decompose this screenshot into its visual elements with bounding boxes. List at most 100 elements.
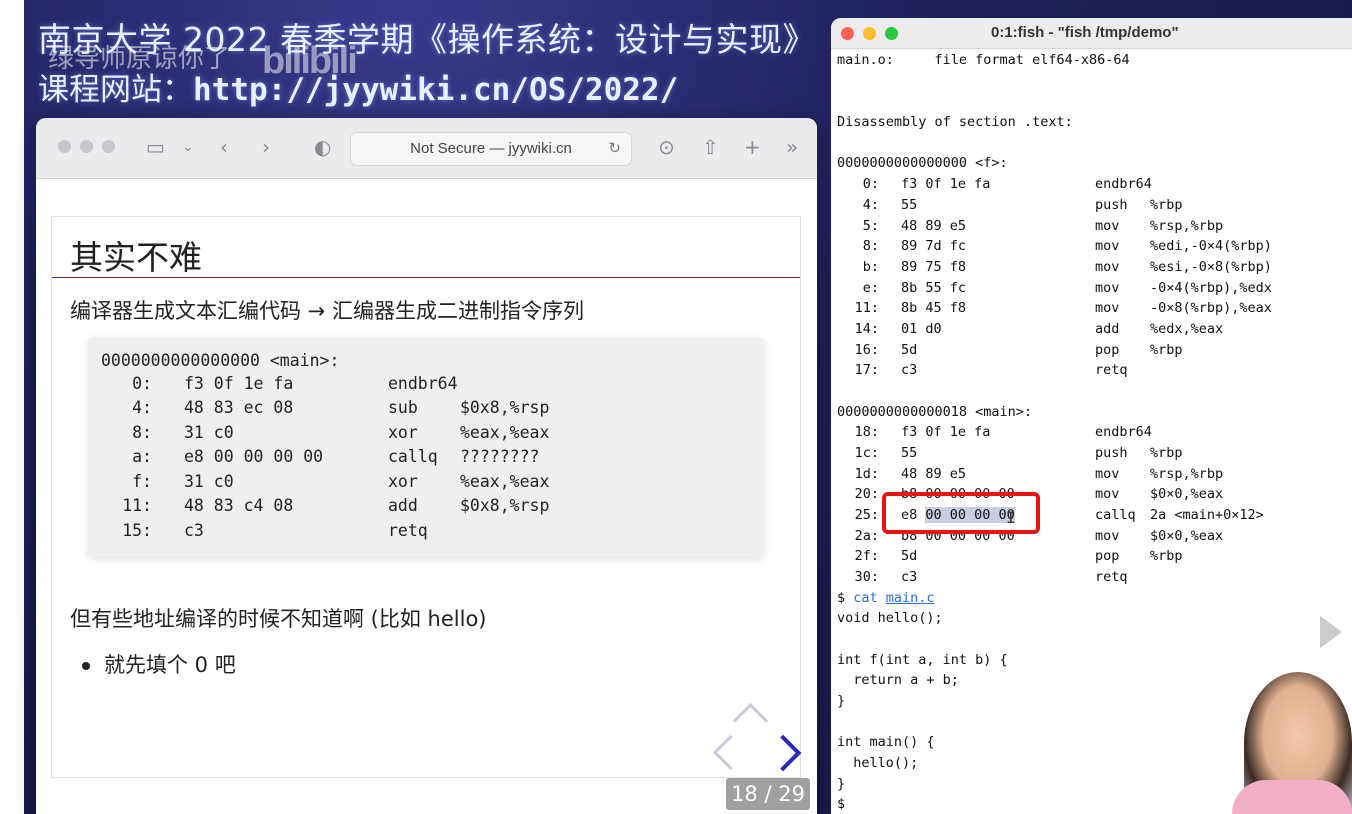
left-edge-strip [0, 0, 24, 814]
nav-next-icon[interactable] [764, 734, 802, 772]
source-line: } [837, 776, 846, 792]
code-op: endbr64 [388, 374, 458, 393]
t-bytes: 01 d0 [901, 321, 942, 337]
t-op: mov [1095, 280, 1120, 296]
t-addr: 5: [862, 218, 879, 234]
code-arg: ???????? [460, 447, 540, 466]
t-addr: 2a: [854, 528, 879, 544]
sidebar-icon[interactable]: ▭ [146, 132, 165, 162]
slide-title: 其实不难 [70, 238, 202, 277]
shell-command: cat [853, 590, 878, 606]
t-op: mov [1095, 486, 1120, 502]
t-bytes: c3 [901, 362, 918, 378]
t-op: retq [1095, 362, 1128, 378]
t-addr: 25: [854, 507, 879, 523]
bullet-dot [82, 662, 90, 670]
shield-icon[interactable]: ◐ [314, 132, 331, 162]
code-bytes: 31 c0 [184, 472, 234, 491]
t-arg: %esi,-0×8(%rbp) [1150, 259, 1272, 275]
shell-prompt-final[interactable]: $ [837, 796, 845, 814]
code-block: 0000000000000000 <main>: 0: f3 0f 1e fa … [88, 337, 764, 557]
new-tab-icon[interactable]: + [744, 132, 761, 162]
shell-command-line: $ cat main.c [837, 590, 935, 610]
code-addr: 15: [122, 521, 152, 540]
t-arg: -0×4(%rbp),%edx [1150, 280, 1272, 296]
share-icon[interactable]: ⇧ [702, 132, 719, 162]
code-addr: 11: [122, 496, 152, 515]
t-bytes: 8b 45 f8 [901, 300, 967, 316]
zoom-traffic-light[interactable] [102, 140, 115, 153]
nav-prev-icon[interactable] [712, 734, 749, 771]
t-bytes: 89 75 f8 [901, 259, 967, 275]
more-icon[interactable]: » [786, 132, 798, 162]
t-arg: %rbp [1150, 342, 1183, 358]
file-link[interactable]: main.c [886, 590, 935, 606]
chevron-down-icon[interactable]: ⌄ [182, 132, 194, 162]
t-addr: 16: [854, 342, 879, 358]
back-icon[interactable]: ‹ [220, 132, 228, 162]
code-bytes: 31 c0 [184, 423, 234, 442]
t-bytes: f3 0f 1e fa [901, 424, 991, 440]
code-arg: $0x8,%rsp [460, 496, 550, 515]
video-play-icon[interactable] [1290, 580, 1352, 680]
t-arg: %rbp [1150, 445, 1183, 461]
bullet-text: 就先填个 0 吧 [104, 653, 236, 677]
t-addr: 8: [862, 238, 879, 254]
t-bytes: 55 [901, 445, 918, 461]
presenter-shirt [1232, 780, 1352, 814]
t-bytes: c3 [901, 569, 918, 585]
t-arg: $0×0,%eax [1150, 486, 1224, 502]
t-bytes: 8b 55 fc [901, 280, 967, 296]
close-traffic-light[interactable] [841, 27, 854, 40]
code-op: sub [388, 398, 418, 417]
t-addr: 14: [854, 321, 879, 337]
forward-icon[interactable]: › [262, 132, 270, 162]
t-op: push [1095, 445, 1128, 461]
t-arg: %rsp,%rbp [1150, 218, 1224, 234]
address-bar[interactable]: Not Secure — jyywiki.cn ↻ [350, 132, 632, 166]
t-addr: 17: [854, 362, 879, 378]
code-op: add [388, 496, 418, 515]
reload-icon[interactable]: ↻ [608, 133, 621, 165]
t-arg: %rsp,%rbp [1150, 466, 1224, 482]
t-arg: %rbp [1150, 548, 1183, 564]
minimize-traffic-light[interactable] [863, 27, 876, 40]
code-bytes: e8 00 00 00 00 [184, 447, 324, 466]
t-bytes: 48 89 e5 [901, 218, 967, 234]
t-op: mov [1095, 528, 1120, 544]
source-line: void hello(); [837, 610, 943, 626]
code-op: xor [388, 472, 418, 491]
slide-counter: 18 / 29 [726, 778, 810, 810]
t-addr: 1d: [854, 466, 879, 482]
t-op: mov [1095, 300, 1120, 316]
code-bytes: 48 83 ec 08 [184, 398, 294, 417]
code-arg: %eax,%eax [460, 423, 550, 442]
t-addr: 4: [862, 197, 879, 213]
zoom-traffic-light[interactable] [885, 27, 898, 40]
slide-line: 编译器生成文本汇编代码 → 汇编器生成二进制指令序列 [70, 299, 584, 323]
download-icon[interactable]: ⊙ [658, 132, 675, 162]
t-op: mov [1095, 259, 1120, 275]
t-bytes: 55 [901, 197, 918, 213]
nav-up-icon[interactable] [732, 702, 769, 739]
t-arg: $0×0,%eax [1150, 528, 1224, 544]
term-line: 0000000000000018 <main>: [837, 404, 1033, 420]
t-op: callq [1095, 507, 1136, 523]
t-op: mov [1095, 238, 1120, 254]
t-op: mov [1095, 466, 1120, 482]
t-bytes: 5d [901, 342, 918, 358]
code-addr: a: [132, 447, 152, 466]
t-op: mov [1095, 218, 1120, 234]
t-op: pop [1095, 342, 1120, 358]
shell-prompt: $ [837, 590, 854, 606]
t-op: endbr64 [1095, 176, 1152, 192]
code-bytes: f3 0f 1e fa [184, 374, 294, 393]
minimize-traffic-light[interactable] [80, 140, 93, 153]
highlight-annotation-box [882, 492, 1040, 534]
t-op: endbr64 [1095, 424, 1152, 440]
t-addr: 20: [854, 486, 879, 502]
t-addr: 0: [862, 176, 879, 192]
close-traffic-light[interactable] [58, 140, 71, 153]
title-divider [52, 277, 800, 278]
t-addr: 11: [854, 300, 879, 316]
